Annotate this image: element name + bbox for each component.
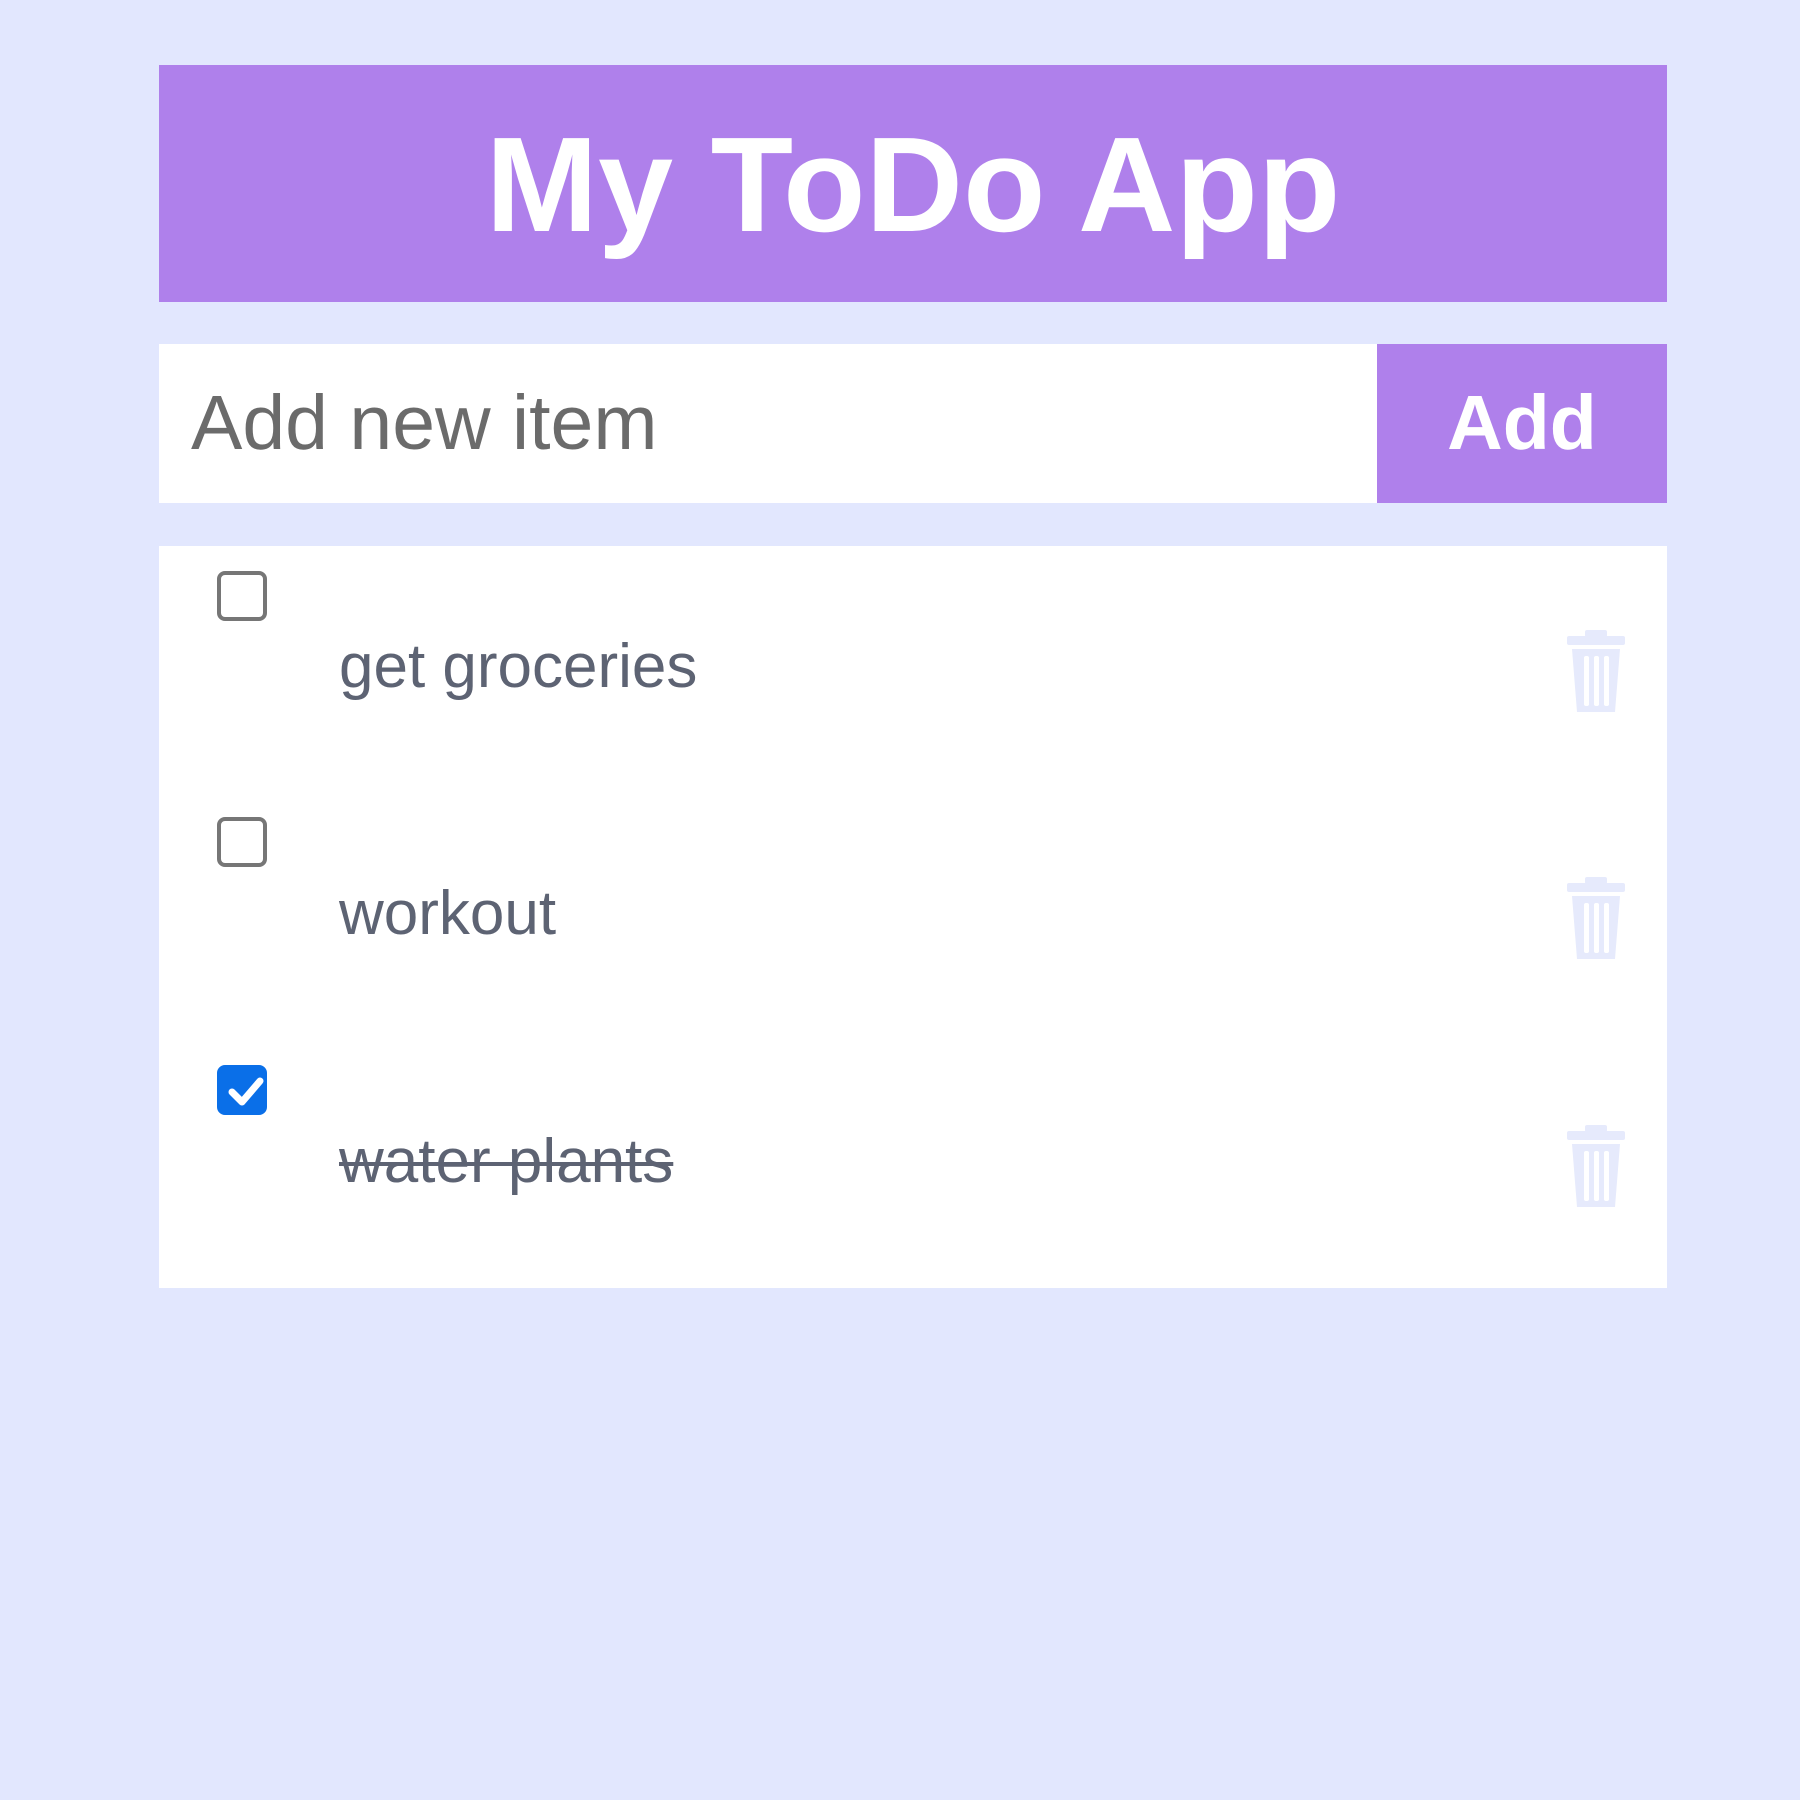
trash-icon[interactable] — [1565, 630, 1627, 714]
add-item-form: Add — [159, 344, 1667, 503]
add-button[interactable]: Add — [1377, 344, 1667, 503]
todo-app: My ToDo App Add get groceries — [159, 65, 1667, 1288]
todo-item: water plants — [159, 1041, 1667, 1289]
todo-list: get groceries workout water plants — [159, 546, 1667, 1288]
page-title: My ToDo App — [485, 109, 1341, 260]
app-header: My ToDo App — [159, 65, 1667, 302]
trash-icon[interactable] — [1565, 877, 1627, 961]
todo-item: get groceries — [159, 546, 1667, 793]
trash-icon[interactable] — [1565, 1125, 1627, 1209]
todo-checkbox[interactable] — [217, 1065, 267, 1115]
todo-text: water plants — [339, 1127, 674, 1196]
todo-checkbox[interactable] — [217, 571, 267, 621]
todo-text: workout — [339, 879, 557, 948]
todo-checkbox[interactable] — [217, 817, 267, 867]
todo-item: workout — [159, 793, 1667, 1041]
todo-text: get groceries — [339, 632, 698, 701]
checkmark-icon — [228, 1077, 264, 1106]
new-item-input[interactable] — [159, 344, 1377, 503]
